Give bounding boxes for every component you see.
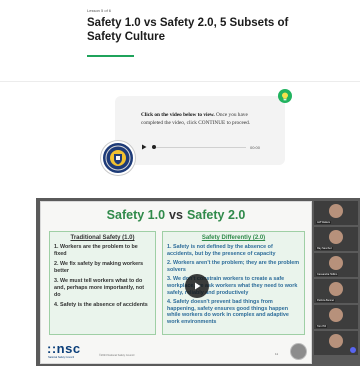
list-item: 4. Safety doesn't prevent bad things fro…: [167, 299, 289, 325]
participant-avatar: [329, 204, 343, 218]
play-overlay-icon[interactable]: [185, 274, 209, 298]
list-item: 2. Workers aren't the problem; they are …: [167, 260, 300, 273]
video-frame[interactable]: Safety 1.0 vs Safety 2.0 Traditional Safet…: [36, 198, 360, 366]
participant-avatar: [329, 282, 343, 296]
list-item: 2. We fix safety by making workers bette…: [54, 261, 144, 274]
participant-tile: Tom Hill: [314, 305, 358, 329]
participant-tile: Patricia Bennet: [314, 279, 358, 303]
slide-title-right: Safety 2.0: [186, 208, 246, 222]
progress-track: [151, 146, 246, 148]
participant-avatar: [329, 230, 343, 244]
nsc-logo: ::nsc: [47, 341, 81, 356]
presentation-slide: Safety 1.0 vs Safety 2.0 Traditional Safet…: [40, 201, 312, 364]
slide-page-number: 11: [275, 352, 279, 356]
time-readout: 00:00: [249, 144, 260, 150]
lesson-label: Lesson 5 of 6: [87, 8, 112, 13]
video-instruction-card: Click on the video below to view. Once y…: [115, 89, 292, 165]
lightbulb-icon: [278, 89, 292, 103]
instruction-bold: Click on the video below to view.: [141, 112, 215, 118]
participant-name: Tom Hill: [316, 325, 327, 328]
slide-emblem: [290, 343, 307, 360]
safety-differently-box: Safety Differently (2.0) 1. Safety is no…: [162, 231, 305, 335]
participant-name: Patricia Bennet: [316, 299, 335, 302]
participant-avatar: [329, 256, 343, 270]
play-icon[interactable]: [140, 143, 148, 151]
list-item: 4. Safety is the absence of accidents: [54, 302, 148, 309]
slide-title: Safety 1.0 vs Safety 2.0: [41, 208, 311, 222]
participant-tile: [314, 331, 358, 355]
lesson-title: Safety 1.0 vs Safety 2.0, 5 Subsets of S…: [87, 17, 289, 43]
traditional-safety-list: 1. Workers are the problem to be fixed 2…: [50, 241, 155, 309]
safety-badge-icon: [101, 141, 135, 175]
participant-tile: Ray Sanchez: [314, 227, 358, 251]
participant-avatar: [329, 334, 343, 348]
participant-name: Jeff Walters: [316, 221, 332, 224]
slide-footer: ©2023 National Safety Council: [99, 354, 135, 357]
participant-name: Ray Sanchez: [316, 247, 333, 250]
participant-tile: Jeff Walters: [314, 201, 358, 225]
participant-strip: Jeff Walters Ray Sanchez Cassandra Holli…: [314, 201, 358, 364]
instruction-text: Click on the video below to view. Once y…: [141, 111, 265, 127]
slide-title-vs: vs: [169, 208, 183, 222]
progress-handle[interactable]: [151, 145, 156, 149]
participant-avatar: [329, 308, 343, 322]
title-underline: [87, 55, 134, 57]
section-divider: [0, 81, 360, 82]
list-item: 1. Safety is not defined by the absence …: [167, 244, 276, 257]
list-item: 1. Workers are the problem to be fixed: [54, 244, 138, 257]
audio-player: 00:00: [140, 142, 260, 152]
participant-tile: Cassandra Hollins: [314, 253, 358, 277]
progress-slider[interactable]: [151, 144, 246, 150]
traditional-safety-box: Traditional Safety (1.0) 1. Workers are …: [49, 231, 156, 335]
microphone-icon: [350, 347, 356, 353]
nsc-logo-subtitle: National Safety Council: [48, 356, 74, 359]
list-item: 3. We must tell workers what to do and, …: [54, 278, 145, 298]
slide-title-left: Safety 1.0: [106, 208, 166, 222]
participant-name: Cassandra Hollins: [316, 273, 339, 276]
